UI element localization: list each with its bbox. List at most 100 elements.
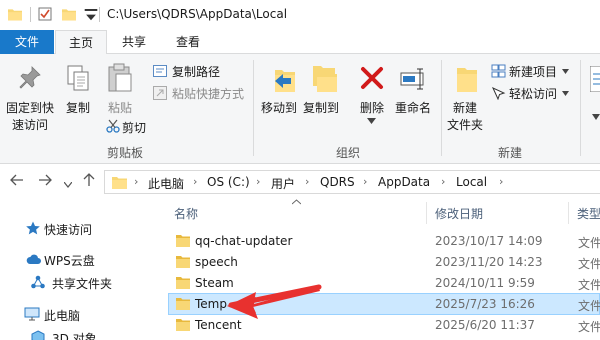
folder-icon [112, 177, 127, 189]
copy-path-icon [153, 65, 167, 77]
new-item-label: 新建项目 [509, 65, 558, 79]
arrow-up-icon [83, 173, 95, 186]
nav-item-label: 快速访问 [44, 223, 93, 237]
new-group-label: 新建 [498, 146, 523, 160]
file-name: qq-chat-updater [195, 234, 293, 248]
folder-icon [176, 277, 190, 289]
file-name: Temp [195, 297, 227, 311]
file-row[interactable]: Steam 2024/10/11 9:59 文件 [168, 273, 600, 294]
nav-item-shared-folder[interactable]: 共享文件夹 [0, 271, 156, 293]
file-modified: 2025/6/20 11:37 [435, 318, 535, 332]
properties-icon[interactable] [38, 7, 52, 21]
folder-icon [176, 235, 190, 247]
file-list: 名称 修改日期 类型 qq-chat-updater 2023/10/17 14… [156, 198, 600, 340]
file-row[interactable]: qq-chat-updater 2023/10/17 14:09 文件 [168, 231, 600, 252]
copy-path-label: 复制路径 [172, 65, 221, 79]
breadcrumb-appdata[interactable]: AppData [378, 175, 430, 189]
paste-shortcut-label: 粘贴快捷方式 [172, 87, 245, 101]
new-folder-label-line1: 新建 [453, 101, 478, 115]
star-icon [26, 221, 40, 235]
file-type: 文件 [578, 320, 600, 334]
file-modified: 2023/10/17 14:09 [435, 234, 543, 248]
paste-shortcut-icon [153, 86, 167, 100]
chevron-down-icon[interactable] [592, 114, 600, 120]
breadcrumb-separator[interactable]: › [305, 175, 309, 188]
nav-item-label: 共享文件夹 [52, 277, 113, 291]
sort-ascending-icon [292, 199, 301, 205]
file-type: 文件 [578, 236, 600, 250]
nav-item-wps-cloud[interactable]: WPS云盘 [0, 248, 156, 270]
easy-access-icon [491, 86, 506, 100]
customize-toolbar-icon[interactable] [84, 9, 98, 23]
file-modified: 2025/7/23 16:26 [435, 297, 535, 311]
copy-to-icon [313, 66, 337, 92]
toolbar-divider [30, 7, 31, 22]
nav-item-3d-objects[interactable]: 3D 对象 [0, 326, 156, 340]
folder-icon [176, 256, 190, 268]
breadcrumb-separator[interactable]: › [499, 175, 503, 188]
rename-icon [400, 68, 424, 90]
breadcrumb-local[interactable]: Local [456, 175, 487, 189]
file-row[interactable]: speech 2023/11/20 14:23 文件 [168, 252, 600, 273]
chevron-down-icon [562, 91, 569, 96]
scissors-icon [106, 119, 120, 133]
recent-locations-button[interactable] [63, 176, 73, 192]
new-folder-label-line2: 文件夹 [447, 118, 484, 132]
file-modified: 2024/10/11 9:59 [435, 276, 535, 290]
breadcrumb-os-c[interactable]: OS (C:) [207, 175, 250, 189]
copy-to-label: 复制到 [303, 101, 340, 115]
ribbon-tabs: 文件 主页 共享 查看 [0, 30, 600, 55]
easy-access-label: 轻松访问 [509, 87, 558, 101]
folder-icon [176, 319, 190, 331]
column-header-name[interactable]: 名称 [174, 205, 198, 222]
arrow-left-icon [10, 174, 23, 186]
navigation-bar: › 此电脑 › OS (C:) › 用户 › QDRS › AppData › … [0, 164, 600, 198]
title-bar: C:\Users\QDRS\AppData\Local [0, 0, 600, 30]
arrow-right-icon [39, 174, 52, 186]
forward-button[interactable] [38, 173, 52, 191]
nav-item-label: WPS云盘 [44, 254, 95, 268]
breadcrumb-qdrs[interactable]: QDRS [320, 175, 355, 189]
properties-icon[interactable] [590, 66, 600, 92]
tab-home[interactable]: 主页 [55, 30, 107, 55]
window-title: C:\Users\QDRS\AppData\Local [107, 7, 288, 21]
column-divider[interactable] [426, 202, 427, 224]
tab-file[interactable]: 文件 [0, 30, 54, 54]
copy-label: 复制 [66, 101, 91, 115]
back-button[interactable] [10, 173, 24, 191]
breadcrumb-this-pc[interactable]: 此电脑 [148, 175, 184, 192]
nav-item-label: 此电脑 [44, 309, 81, 323]
chevron-down-icon [367, 118, 376, 124]
toolbar-divider [99, 7, 100, 22]
folder-icon[interactable] [8, 7, 22, 21]
nav-item-this-pc[interactable]: 此电脑 [0, 303, 156, 325]
column-header-type[interactable]: 类型 [577, 205, 600, 222]
new-folder-icon[interactable] [62, 7, 76, 21]
breadcrumb-separator[interactable]: › [441, 175, 445, 188]
address-bar[interactable]: › 此电脑 › OS (C:) › 用户 › QDRS › AppData › … [104, 170, 600, 194]
breadcrumb-users[interactable]: 用户 [271, 175, 295, 192]
up-button[interactable] [82, 173, 96, 191]
ribbon-divider [253, 60, 254, 156]
breadcrumb-separator[interactable]: › [134, 175, 138, 188]
delete-label: 删除 [360, 101, 385, 115]
paste-icon [108, 63, 132, 92]
file-name: Tencent [195, 318, 242, 332]
file-row[interactable] [168, 336, 600, 340]
move-to-label: 移动到 [261, 101, 298, 115]
nav-item-quick-access[interactable]: 快速访问 [0, 217, 156, 239]
new-item-icon [491, 64, 506, 78]
file-row[interactable]: Tencent 2025/6/20 11:37 文件 [168, 315, 600, 336]
paste-label: 粘贴 [108, 101, 133, 115]
column-divider[interactable] [568, 202, 569, 224]
breadcrumb-separator[interactable]: › [193, 175, 197, 188]
breadcrumb-separator[interactable]: › [256, 175, 260, 188]
ribbon: 固定到快 速访问 复制 粘贴 复制路径 粘贴快捷方式 剪切 剪贴板 移动到 复制… [0, 54, 600, 164]
breadcrumb-separator[interactable]: › [363, 175, 367, 188]
file-modified: 2023/11/20 14:23 [435, 255, 543, 269]
tab-share[interactable]: 共享 [112, 30, 156, 54]
column-header-modified[interactable]: 修改日期 [435, 205, 483, 222]
new-folder-icon [457, 68, 477, 92]
tab-view[interactable]: 查看 [166, 30, 210, 54]
file-row-selected[interactable]: Temp 2025/7/23 16:26 文件 [168, 293, 600, 315]
